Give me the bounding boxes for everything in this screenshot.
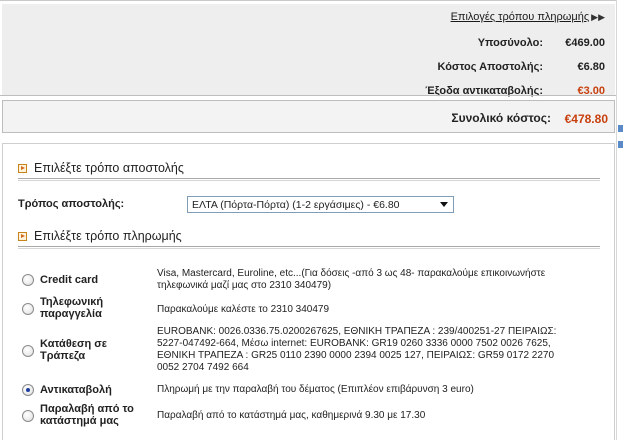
- payment-label-line: Αντικαταβολή: [40, 384, 112, 396]
- payment-radio-phone-order[interactable]: [22, 303, 34, 315]
- payment-desc-bank-deposit: EUROBANK: 0026.0336.75.0200267625, ΕΘΝΙΚ…: [157, 326, 597, 374]
- shipping-method-select[interactable]: ΕΛΤΑ (Πόρτα-Πόρτα) (1-2 εργάσιμες) - €6.…: [187, 196, 454, 213]
- payment-radio-store-pickup[interactable]: [22, 410, 34, 422]
- payment-desc-store-pickup: Παραλαβή από το κατάστημά μας, καθημεριν…: [157, 410, 597, 422]
- payment-label-cash-on-delivery: Αντικαταβολή: [40, 384, 112, 396]
- shipping-section-title-text: Επιλέξτε τρόπο αποστολής: [34, 161, 184, 175]
- payment-desc-line: EUROBANK: 0026.0336.75.0200267625, ΕΘΝΙΚ…: [157, 326, 557, 337]
- total-cost-label: Συνολικό κόστος:: [451, 111, 551, 125]
- payment-section-title-text: Επιλέξτε τρόπο πληρωμής: [34, 229, 182, 243]
- payment-options-link[interactable]: Επιλογές τρόπου πληρωμής ▶▶: [451, 11, 605, 23]
- payment-radio-cash-on-delivery[interactable]: [22, 384, 34, 396]
- payment-desc-line: ΕΘΝΙΚΗ ΤΡΑΠΕΖΑ : GR25 0110 2390 0000 239…: [157, 350, 555, 361]
- payment-desc-line: Παραλαβή από το κατάστημά μας, καθημεριν…: [157, 410, 426, 421]
- payment-label-line: κατάστημά μας: [40, 415, 119, 427]
- payment-options-link-text: Επιλογές τρόπου πληρωμής: [450, 11, 590, 23]
- payment-desc-line: Visa, Mastercard, Euroline, etc...(Για δ…: [157, 268, 546, 279]
- order-summary: Επιλογές τρόπου πληρωμής ▶▶ Υποσύνολο: €4…: [2, 4, 615, 97]
- section-rule: [18, 178, 600, 181]
- payment-label-line: Τράπεζα: [40, 350, 86, 362]
- payment-desc-line: τηλεφωνικά μαζί μας στο 2310 340479): [157, 280, 332, 291]
- payment-desc-cash-on-delivery: Πληρωμή με την παραλαβή του δέματος (Επι…: [157, 384, 597, 396]
- payment-desc-line: 5227-047492-664, Μέσω internet: EUROBANK…: [157, 338, 551, 349]
- shipping-method-label: Τρόπος αποστολής:: [18, 198, 125, 210]
- payment-label-line: Credit card: [40, 274, 99, 286]
- summary-divider: [0, 95, 616, 96]
- payment-radio-credit-card[interactable]: [22, 274, 34, 286]
- subtotal-label: Υποσύνολο:: [477, 37, 543, 49]
- payment-label-line: Κατάθεση σε: [40, 338, 108, 350]
- payment-label-line: Τηλεφωνική: [40, 296, 104, 308]
- payment-section-title: Επιλέξτε τρόπο πληρωμής: [18, 229, 600, 249]
- payment-label-line: παραγγελία: [40, 308, 102, 320]
- shipping-cost-label: Κόστος Αποστολής:: [437, 61, 543, 73]
- payment-desc-phone-order: Παρακαλούμε καλέστε το 2310 340479: [157, 304, 597, 316]
- total-cost-value: €478.80: [564, 112, 608, 126]
- section-arrow-icon: [18, 232, 27, 241]
- payment-label-line: Παραλαβή από το: [40, 403, 134, 415]
- subtotal-value: €469.00: [565, 37, 605, 49]
- chevron-down-icon: [440, 202, 448, 207]
- section-rule: [18, 246, 600, 249]
- payment-label-store-pickup: Παραλαβή από το κατάστημά μας: [40, 403, 134, 427]
- payment-label-credit-card: Credit card: [40, 274, 98, 286]
- scrollbar-marker: [618, 125, 623, 132]
- subtotal-row: Υποσύνολο: €469.00: [2, 37, 615, 57]
- total-cost-box: Συνολικό κόστος: €478.80: [2, 100, 615, 133]
- section-arrow-icon: [18, 164, 27, 173]
- payment-label-bank-deposit: Κατάθεση σε Τράπεζα: [40, 338, 107, 362]
- double-arrow-right-icon: ▶▶: [591, 12, 605, 22]
- page-scrollbar[interactable]: [616, 0, 624, 440]
- payment-radio-bank-deposit[interactable]: [22, 345, 34, 357]
- payment-desc-line: Παρακαλούμε καλέστε το 2310 340479: [157, 304, 330, 315]
- payment-desc-line: Πληρωμή με την παραλαβή του δέματος (Επι…: [157, 384, 474, 395]
- shipping-section-title: Επιλέξτε τρόπο αποστολής: [18, 161, 600, 181]
- payment-label-phone-order: Τηλεφωνική παραγγελία: [40, 296, 103, 320]
- shipping-cost-value: €6.80: [577, 61, 605, 73]
- shipping-cost-row: Κόστος Αποστολής: €6.80: [2, 61, 615, 81]
- payment-desc-credit-card: Visa, Mastercard, Euroline, etc...(Για δ…: [157, 268, 597, 292]
- scrollbar-marker: [618, 141, 623, 148]
- shipping-method-selected: ΕΛΤΑ (Πόρτα-Πόρτα) (1-2 εργάσιμες) - €6.…: [192, 199, 400, 211]
- top-divider: [0, 0, 616, 1]
- payment-desc-line: 0052 2704 7492 664: [157, 362, 249, 373]
